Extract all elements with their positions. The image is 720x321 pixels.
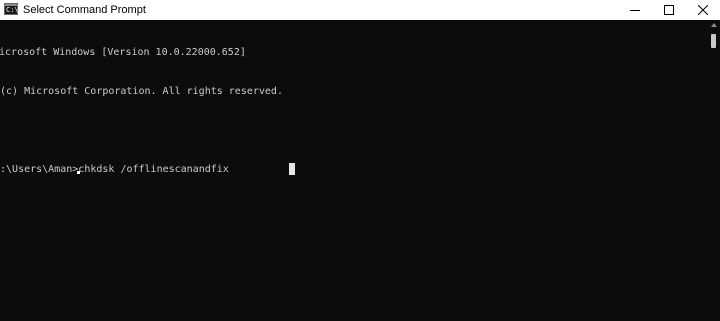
console-output[interactable]: Microsoft Windows [Version 10.0.22000.65… [0, 20, 708, 321]
vertical-scrollbar[interactable] [708, 20, 720, 321]
scroll-thumb[interactable] [711, 34, 716, 48]
maximize-icon [664, 5, 674, 15]
scroll-up-icon[interactable] [711, 23, 717, 27]
minimize-button[interactable] [618, 0, 652, 20]
window-controls [618, 0, 720, 20]
command-text: chkdsk /offlinescanandfix [78, 164, 229, 175]
command-line[interactable]: C:\Users\Aman>chkdsk /offlinescanandfix [0, 163, 708, 176]
console-line: (c) Microsoft Corporation. All rights re… [0, 86, 283, 97]
close-icon [698, 5, 708, 15]
window-title: Select Command Prompt [23, 4, 146, 16]
text-cursor [289, 163, 296, 175]
command-prompt-window: C:\ Select Command Prompt Microsoft Wind… [0, 0, 720, 321]
close-button[interactable] [686, 0, 720, 20]
cmd-icon[interactable]: C:\ [4, 3, 19, 15]
mouse-cursor [77, 171, 80, 174]
console-line: Microsoft Windows [Version 10.0.22000.65… [0, 47, 246, 58]
prompt-text: C:\Users\Aman> [0, 164, 79, 175]
maximize-button[interactable] [652, 0, 686, 20]
cmd-icon-glyph: C:\ [6, 6, 19, 14]
title-bar[interactable]: C:\ Select Command Prompt [0, 0, 720, 20]
minimize-icon [630, 10, 640, 11]
